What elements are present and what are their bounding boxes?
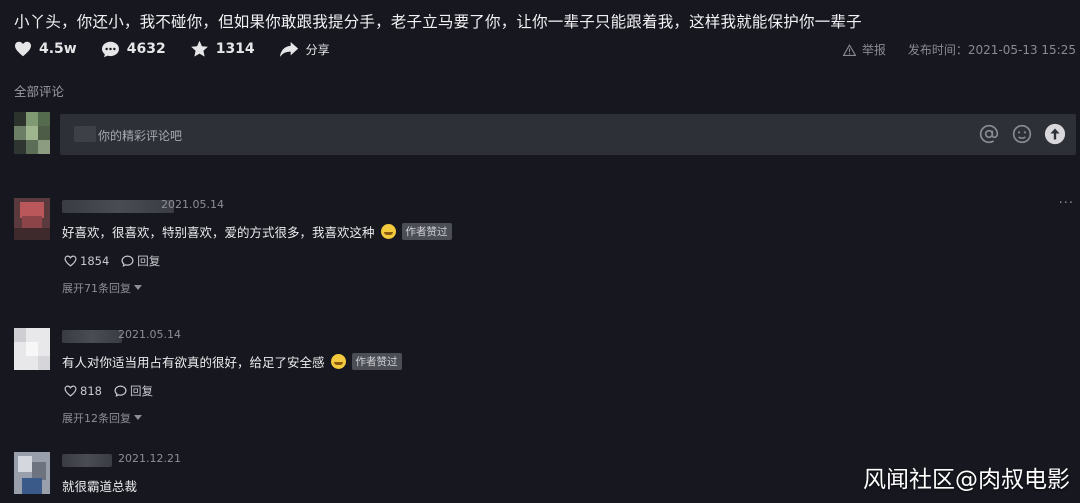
author-liked-badge: 作者赞过: [351, 353, 402, 370]
post-stats-bar: 4.5w 4632 1314 分享: [14, 38, 354, 60]
mention-button[interactable]: [978, 123, 1000, 145]
reply-button[interactable]: 回复: [121, 253, 160, 269]
comment-actions: 1854 回复: [64, 253, 172, 269]
comment-icon: [101, 41, 119, 57]
expand-replies-link[interactable]: 展开12条回复: [62, 410, 142, 426]
comment-item: 2021.05.14 ··· 好喜欢，很喜欢，特别喜欢，爱的方式很多，我喜欢这种…: [14, 197, 1076, 303]
comment-date: 2021.12.21: [118, 452, 181, 465]
reply-label: 回复: [137, 254, 161, 268]
comment-input-tools: [967, 123, 1066, 145]
commenter-avatar: [14, 452, 50, 494]
comment-input[interactable]: 你的精彩评论吧: [60, 114, 1076, 155]
report-button[interactable]: 举报: [842, 41, 886, 58]
blurred-prefix: [74, 126, 96, 142]
commenter-name-blurred[interactable]: [62, 454, 112, 467]
comment-body: 好喜欢，很喜欢，特别喜欢，爱的方式很多，我喜欢这种: [62, 225, 375, 240]
post-title: 小丫头，你还小，我不碰你，但如果你敢跟我提分手，老子立马要了你，让你一辈子只能跟…: [14, 13, 862, 31]
reply-bubble-icon: [114, 385, 127, 397]
commenter-name-blurred[interactable]: [62, 330, 122, 343]
share-arrow-icon: [279, 41, 298, 57]
expand-replies-label: 展开71条回复: [62, 282, 131, 295]
comment-text: 就很霸道总裁: [62, 476, 137, 495]
share-label: 分享: [305, 42, 330, 57]
emoji-button[interactable]: [1011, 123, 1033, 145]
comment-count: 4632: [126, 41, 166, 57]
publish-time: 发布时间：2021-05-13 15:25: [907, 43, 1076, 57]
comment-body: 有人对你适当用占有欲真的很好，给足了安全感: [62, 355, 325, 370]
more-options-icon[interactable]: ···: [1059, 197, 1074, 210]
commenter-name-blurred[interactable]: [62, 200, 174, 213]
commenter-avatar: [14, 328, 50, 370]
author-liked-badge: 作者赞过: [401, 223, 452, 240]
at-icon: [979, 124, 999, 144]
like-button[interactable]: 4.5w: [14, 41, 77, 57]
comment-text: 有人对你适当用占有欲真的很好，给足了安全感 作者赞过: [62, 352, 402, 371]
comment-like-button[interactable]: 1854: [64, 254, 109, 268]
comment-item: 2021.05.14 有人对你适当用占有欲真的很好，给足了安全感 作者赞过 81…: [14, 328, 1076, 433]
send-button[interactable]: [1044, 123, 1066, 145]
share-button[interactable]: 分享: [279, 41, 330, 58]
flushed-emoji-icon: [380, 224, 396, 239]
warning-icon: [842, 43, 856, 56]
comment-button[interactable]: 4632: [101, 41, 166, 58]
favorite-count: 1314: [215, 41, 255, 57]
all-comments-heading: 全部评论: [14, 84, 65, 99]
comment-like-count: 1854: [80, 254, 110, 268]
reply-label: 回复: [129, 384, 153, 398]
smiley-icon: [1012, 124, 1032, 144]
like-count: 4.5w: [39, 41, 77, 57]
expand-replies-link[interactable]: 展开71条回复: [62, 280, 142, 296]
heart-icon: [15, 41, 31, 57]
current-user-avatar: [14, 112, 50, 154]
comment-body: 就很霸道总裁: [62, 479, 138, 494]
expand-replies-label: 展开12条回复: [62, 412, 131, 425]
caret-down-icon: [134, 415, 142, 420]
caret-down-icon: [134, 285, 142, 290]
post-meta: 举报 发布时间：2021-05-13 15:25: [842, 41, 1076, 58]
comment-date: 2021.05.14: [161, 198, 224, 211]
send-up-arrow-icon: [1044, 123, 1066, 145]
favorite-button[interactable]: 1314: [190, 40, 255, 58]
watermark: 风闻社区@肉叔电影: [863, 467, 1070, 493]
reply-bubble-icon: [121, 255, 134, 267]
comment-actions: 818 回复: [64, 383, 165, 399]
heart-outline-icon: [64, 385, 77, 397]
comment-placeholder: 你的精彩评论吧: [98, 129, 183, 143]
commenter-avatar: [14, 198, 50, 240]
comment-like-count: 818: [80, 384, 102, 398]
comment-text: 好喜欢，很喜欢，特别喜欢，爱的方式很多，我喜欢这种 作者赞过: [62, 222, 452, 241]
heart-outline-icon: [64, 255, 77, 267]
reply-button[interactable]: 回复: [114, 383, 153, 399]
star-icon: [190, 40, 208, 57]
comment-like-button[interactable]: 818: [64, 384, 102, 398]
flushed-emoji-icon: [330, 354, 346, 369]
comment-date: 2021.05.14: [118, 328, 181, 341]
report-label: 举报: [861, 43, 886, 57]
